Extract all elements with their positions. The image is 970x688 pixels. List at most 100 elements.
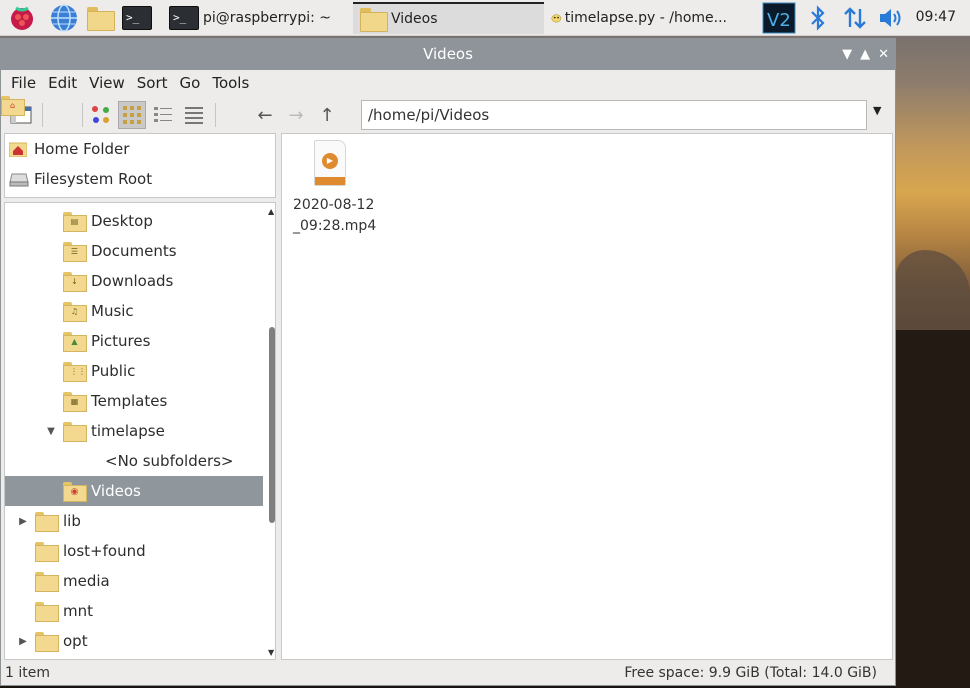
terminal-icon: >_ bbox=[169, 6, 199, 30]
taskbar-thonny-label: timelapse.py - /home... bbox=[564, 10, 727, 26]
menu-edit[interactable]: Edit bbox=[42, 74, 83, 92]
folder-icon bbox=[35, 572, 59, 592]
svg-text:V2: V2 bbox=[767, 10, 791, 31]
folder-icon bbox=[35, 542, 59, 562]
file-name: 2020-08-12 _09:28.mp4 bbox=[293, 197, 377, 234]
tree-item-lost-found[interactable]: lost+found bbox=[5, 536, 263, 566]
tree-label: Public bbox=[91, 362, 136, 380]
volume-icon[interactable] bbox=[877, 2, 905, 34]
taskbar-videos[interactable]: Videos bbox=[353, 2, 544, 34]
raspberry-menu-icon[interactable] bbox=[6, 2, 38, 34]
expanded-arrow-icon[interactable]: ▼ bbox=[45, 426, 57, 437]
folder-icon bbox=[35, 512, 59, 532]
tree-item-music[interactable]: ♫ Music bbox=[5, 296, 263, 326]
file-view[interactable]: ▶ 2020-08-12 _09:28.mp4 bbox=[281, 133, 893, 660]
vnc-icon[interactable]: V2 bbox=[762, 2, 796, 34]
taskbar-videos-label: Videos bbox=[391, 11, 438, 27]
path-dropdown-icon[interactable]: ▼ bbox=[873, 104, 881, 117]
tree-scrollbar[interactable]: ▲ ▼ bbox=[267, 203, 275, 659]
tree-item-mnt[interactable]: mnt bbox=[5, 596, 263, 626]
place-filesystem-root[interactable]: Filesystem Root bbox=[5, 164, 275, 194]
menu-tools[interactable]: Tools bbox=[206, 74, 255, 92]
tree-item-timelapse[interactable]: ▼ timelapse bbox=[5, 416, 263, 446]
desktop-folder-icon: ▤ bbox=[63, 212, 87, 232]
public-folder-icon: ⋮⋮ bbox=[63, 362, 87, 382]
menu-file[interactable]: File bbox=[5, 74, 42, 92]
thumbnail-view-icon[interactable] bbox=[118, 101, 146, 129]
close-icon[interactable]: ✕ bbox=[878, 39, 889, 70]
new-folder-icon[interactable] bbox=[47, 101, 75, 129]
place-home-folder[interactable]: Home Folder bbox=[5, 134, 275, 164]
tree-label: Documents bbox=[91, 242, 177, 260]
tree-item-no-subfolders: <No subfolders> bbox=[5, 446, 263, 476]
tree-item-videos[interactable]: ◉ Videos bbox=[5, 476, 263, 506]
status-bar: 1 item Free space: 9.9 GiB (Total: 14.0 … bbox=[1, 661, 895, 685]
tree-item-media[interactable]: media bbox=[5, 566, 263, 596]
place-label: Filesystem Root bbox=[34, 170, 153, 188]
tree-item-downloads[interactable]: ↓ Downloads bbox=[5, 266, 263, 296]
network-icon[interactable] bbox=[842, 2, 868, 34]
tree-label: timelapse bbox=[91, 422, 165, 440]
window-titlebar[interactable]: Videos ▼ ▲ ✕ bbox=[1, 39, 895, 70]
menu-bar: File Edit View Sort Go Tools bbox=[1, 70, 895, 96]
top-panel: >_ >_ pi@raspberrypi: ~ Videos timelapse… bbox=[0, 0, 970, 36]
menu-sort[interactable]: Sort bbox=[131, 74, 174, 92]
places-panel: Home Folder Filesystem Root bbox=[4, 133, 276, 198]
tree-item-desktop[interactable]: ▤ Desktop bbox=[5, 206, 263, 236]
tree-item-pictures[interactable]: ▲ Pictures bbox=[5, 326, 263, 356]
up-arrow-icon[interactable]: ↑ bbox=[313, 101, 341, 129]
tree-label: Videos bbox=[91, 482, 141, 500]
menu-go[interactable]: Go bbox=[174, 74, 207, 92]
tree-item-public[interactable]: ⋮⋮ Public bbox=[5, 356, 263, 386]
scroll-up-icon[interactable]: ▲ bbox=[268, 207, 274, 216]
tree-item-opt[interactable]: ▶ opt bbox=[5, 626, 263, 656]
window-menu-icon[interactable]: ▼ bbox=[842, 39, 852, 70]
tree-label: Desktop bbox=[91, 212, 153, 230]
detailed-list-view-icon[interactable] bbox=[180, 101, 208, 129]
videos-folder-icon: ◉ bbox=[63, 482, 87, 502]
tree-item-templates[interactable]: ▦ Templates bbox=[5, 386, 263, 416]
thonny-icon bbox=[551, 14, 562, 23]
home-folder-icon bbox=[8, 141, 28, 158]
file-manager-launcher-icon[interactable] bbox=[86, 2, 115, 34]
home-icon[interactable]: ⌂ bbox=[10, 101, 248, 129]
drive-icon bbox=[9, 171, 29, 187]
tree-label: Music bbox=[91, 302, 134, 320]
tree-label: mnt bbox=[63, 602, 93, 620]
place-label: Home Folder bbox=[34, 140, 130, 158]
tree-item-documents[interactable]: ☰ Documents bbox=[5, 236, 263, 266]
window-title: Videos bbox=[423, 45, 473, 63]
scroll-down-icon[interactable]: ▼ bbox=[268, 648, 274, 657]
scrollbar-thumb[interactable] bbox=[269, 327, 275, 523]
collapsed-arrow-icon[interactable]: ▶ bbox=[17, 516, 29, 527]
path-input[interactable]: /home/pi/Videos bbox=[361, 100, 867, 130]
tree-label: lib bbox=[63, 512, 81, 530]
folder-icon bbox=[359, 8, 388, 32]
terminal-launcher-icon[interactable]: >_ bbox=[122, 2, 152, 34]
wallpaper-pagoda bbox=[896, 330, 970, 688]
forward-arrow-icon[interactable]: → bbox=[282, 101, 310, 129]
documents-folder-icon: ☰ bbox=[63, 242, 87, 262]
tree-label: Pictures bbox=[91, 332, 151, 350]
toolbar: ⌂ ← → ↑ /home/pi/Videos ▼ bbox=[1, 96, 895, 134]
folder-icon bbox=[63, 422, 87, 442]
tree-label: Templates bbox=[91, 392, 168, 410]
icon-view-icon[interactable] bbox=[87, 101, 115, 129]
maximize-icon[interactable]: ▲ bbox=[860, 39, 870, 70]
compact-view-icon[interactable] bbox=[149, 101, 177, 129]
tree-label: media bbox=[63, 572, 110, 590]
play-icon: ▶ bbox=[322, 153, 338, 169]
bluetooth-icon[interactable] bbox=[808, 2, 828, 34]
status-free-space: Free space: 9.9 GiB (Total: 14.0 GiB) bbox=[624, 665, 877, 681]
back-arrow-icon[interactable]: ← bbox=[251, 101, 279, 129]
music-folder-icon: ♫ bbox=[63, 302, 87, 322]
web-browser-icon[interactable] bbox=[48, 2, 80, 34]
collapsed-arrow-icon[interactable]: ▶ bbox=[17, 636, 29, 647]
folder-icon bbox=[35, 602, 59, 622]
taskbar-terminal[interactable]: >_ pi@raspberrypi: ~ bbox=[163, 2, 355, 34]
taskbar-thonny[interactable]: timelapse.py - /home... bbox=[545, 2, 733, 34]
video-file-icon: ▶ bbox=[314, 140, 346, 186]
menu-view[interactable]: View bbox=[83, 74, 131, 92]
clock[interactable]: 09:47 bbox=[916, 9, 956, 25]
tree-item-lib[interactable]: ▶ lib bbox=[5, 506, 263, 536]
